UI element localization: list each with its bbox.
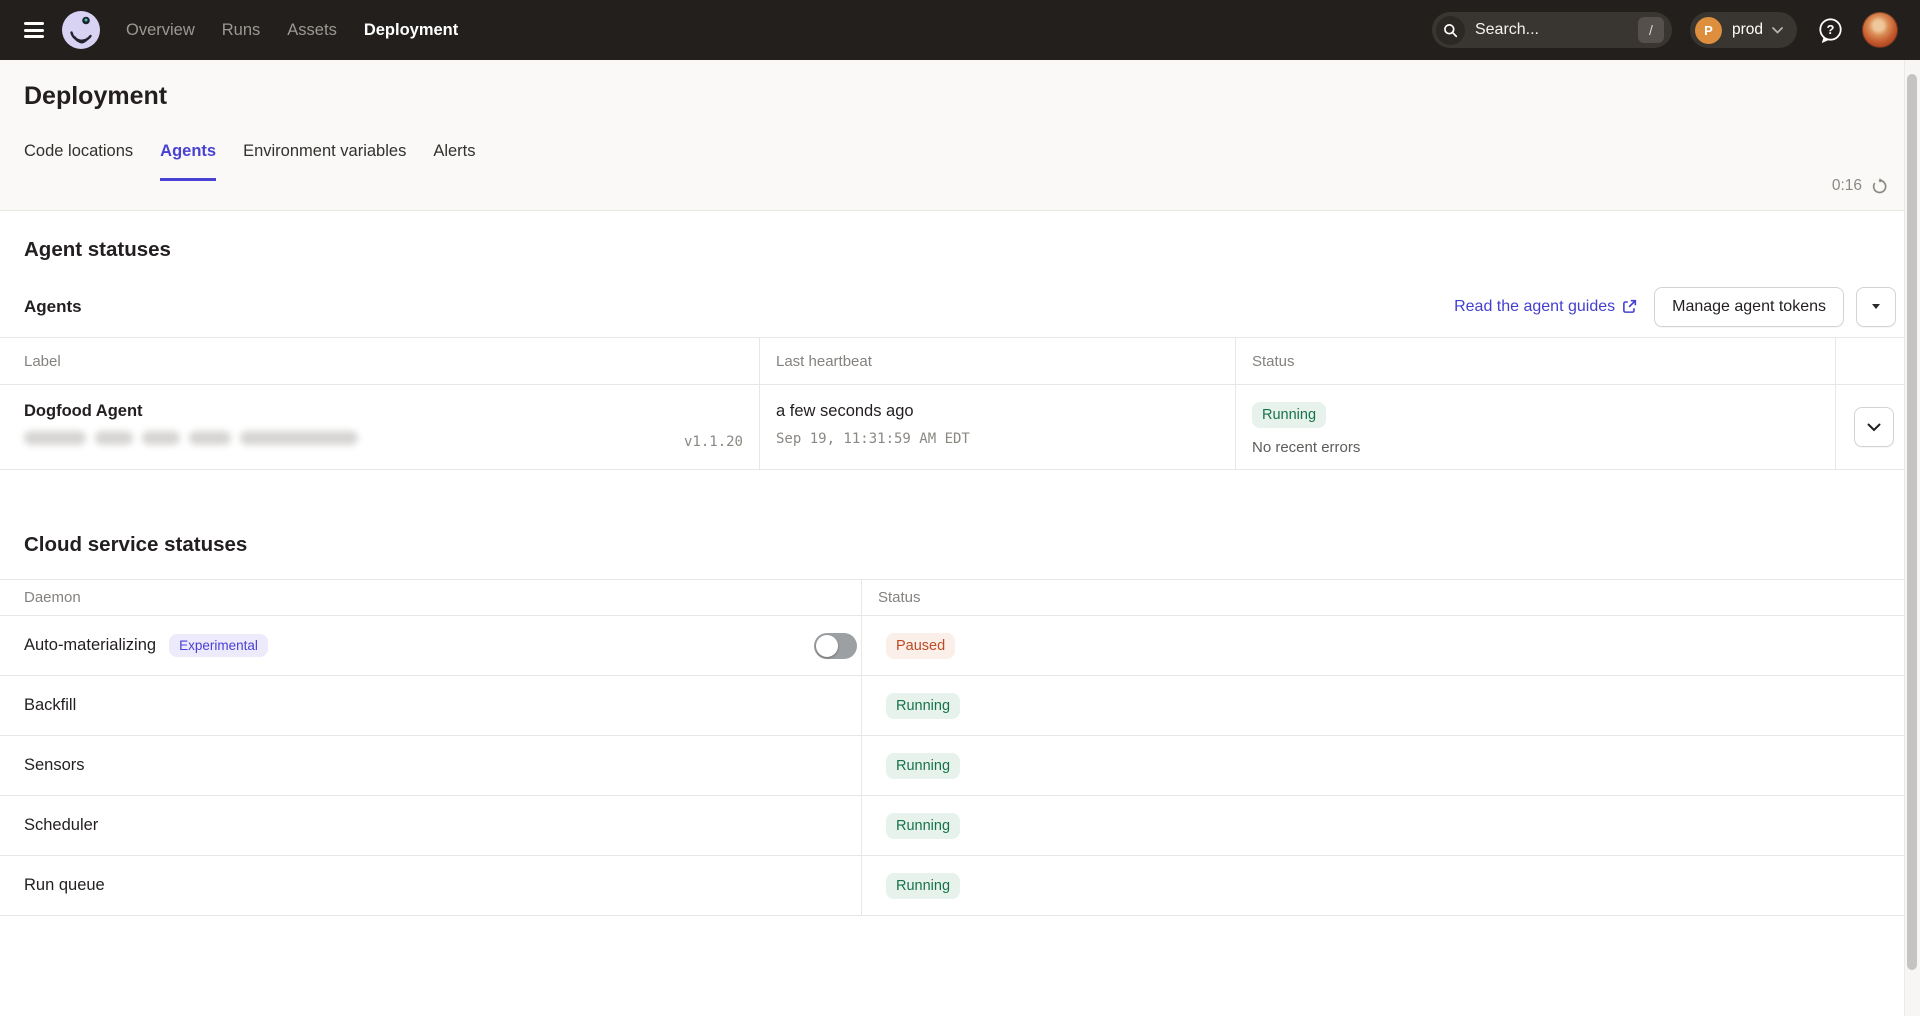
nav-item-deployment[interactable]: Deployment	[364, 21, 458, 40]
caret-down-icon	[1872, 304, 1880, 309]
status-cell-scheduler: Running	[862, 796, 1920, 856]
manage-agent-tokens-button[interactable]: Manage agent tokens	[1654, 287, 1844, 327]
search-icon	[1436, 16, 1465, 45]
menu-icon[interactable]	[24, 22, 44, 38]
chevron-down-icon	[1867, 423, 1881, 432]
agent-status-cell: Running No recent errors	[1236, 385, 1836, 470]
col-header-daemon-status: Status	[862, 580, 1920, 616]
heartbeat-relative: a few seconds ago	[776, 402, 1219, 421]
status-cell-backfill: Running	[862, 676, 1920, 736]
agent-name: Dogfood Agent	[24, 402, 743, 421]
refresh-icon[interactable]	[1871, 178, 1888, 195]
daemon-name: Scheduler	[24, 816, 98, 835]
scrollbar-track	[1904, 60, 1920, 1016]
daemon-cell-sensors: Sensors	[0, 736, 862, 796]
svg-text:?: ?	[1827, 22, 1835, 37]
daemon-name: Backfill	[24, 696, 76, 715]
agents-subheading: Agents	[24, 297, 82, 317]
status-cell-run-queue: Running	[862, 856, 1920, 916]
agent-expand-button[interactable]	[1854, 407, 1894, 447]
daemon-cell-scheduler: Scheduler	[0, 796, 862, 856]
org-name: prod	[1732, 21, 1763, 39]
search-input[interactable]	[1475, 21, 1605, 39]
agent-statuses-heading: Agent statuses	[24, 238, 1896, 262]
col-header-status: Status	[1236, 338, 1836, 385]
org-avatar: P	[1695, 17, 1722, 44]
daemon-cell-run-queue: Run queue	[0, 856, 862, 916]
status-badge-running: Running	[886, 753, 960, 779]
help-icon[interactable]: ?	[1816, 16, 1845, 45]
tab-alerts[interactable]: Alerts	[433, 142, 475, 181]
agent-status-badge: Running	[1252, 402, 1326, 428]
daemon-name: Run queue	[24, 876, 105, 895]
agent-heartbeat-cell: a few seconds ago Sep 19, 11:31:59 AM ED…	[760, 385, 1236, 470]
nav-item-overview[interactable]: Overview	[126, 21, 195, 40]
search-box[interactable]: /	[1432, 12, 1672, 48]
experimental-badge: Experimental	[169, 634, 268, 657]
daemon-cell-auto-materializing: Auto-materializing Experimental	[0, 616, 862, 676]
status-badge-paused: Paused	[886, 633, 955, 659]
status-badge-running: Running	[886, 813, 960, 839]
refresh-countdown: 0:16	[1832, 177, 1862, 195]
tab-bar: Code locations Agents Environment variab…	[24, 142, 1896, 181]
agent-id-redacted	[24, 431, 743, 445]
agent-label-cell: Dogfood Agent v1.1.20	[0, 385, 760, 470]
nav-item-assets[interactable]: Assets	[287, 21, 337, 40]
status-badge-running: Running	[886, 873, 960, 899]
status-cell-sensors: Running	[862, 736, 1920, 796]
cloud-service-statuses-heading: Cloud service statuses	[24, 533, 1896, 557]
refresh-timer: 0:16	[1832, 177, 1888, 195]
top-nav: Overview Runs Assets Deployment / P prod	[0, 0, 1920, 60]
scrollbar-thumb[interactable]	[1907, 74, 1917, 970]
primary-nav: Overview Runs Assets Deployment	[126, 21, 458, 40]
status-badge-running: Running	[886, 693, 960, 719]
col-header-label: Label	[0, 338, 760, 385]
agent-guides-link[interactable]: Read the agent guides	[1454, 298, 1637, 316]
page-header: Deployment Code locations Agents Environ…	[0, 60, 1920, 211]
agents-table: Label Last heartbeat Status Dogfood Agen…	[0, 337, 1920, 470]
tab-code-locations[interactable]: Code locations	[24, 142, 133, 181]
external-link-icon	[1622, 299, 1637, 314]
dagster-logo-icon[interactable]	[62, 11, 100, 49]
deployment-switcher[interactable]: P prod	[1690, 12, 1797, 48]
page-title: Deployment	[24, 82, 1896, 111]
tab-agents[interactable]: Agents	[160, 142, 216, 181]
nav-right-cluster: / P prod ?	[1432, 12, 1898, 48]
search-shortcut-key: /	[1638, 17, 1664, 43]
agent-status-note: No recent errors	[1252, 439, 1819, 456]
daemon-name: Sensors	[24, 756, 85, 775]
nav-item-runs[interactable]: Runs	[222, 21, 261, 40]
cloud-services-table: Daemon Status Auto-materializing Experim…	[0, 579, 1920, 916]
auto-materializing-toggle[interactable]	[814, 633, 857, 659]
daemon-cell-backfill: Backfill	[0, 676, 862, 736]
status-cell-auto-materializing: Paused	[862, 616, 1920, 676]
col-header-daemon: Daemon	[0, 580, 862, 616]
col-header-heartbeat: Last heartbeat	[760, 338, 1236, 385]
chevron-down-icon	[1772, 27, 1783, 34]
agents-toolbar: Agents Read the agent guides Manage agen…	[24, 286, 1896, 327]
tab-environment-variables[interactable]: Environment variables	[243, 142, 406, 181]
heartbeat-absolute: Sep 19, 11:31:59 AM EDT	[776, 431, 1219, 447]
agent-version: v1.1.20	[684, 434, 743, 450]
daemon-name: Auto-materializing	[24, 636, 156, 655]
user-avatar[interactable]	[1862, 12, 1898, 48]
agents-more-actions-button[interactable]	[1856, 287, 1896, 327]
